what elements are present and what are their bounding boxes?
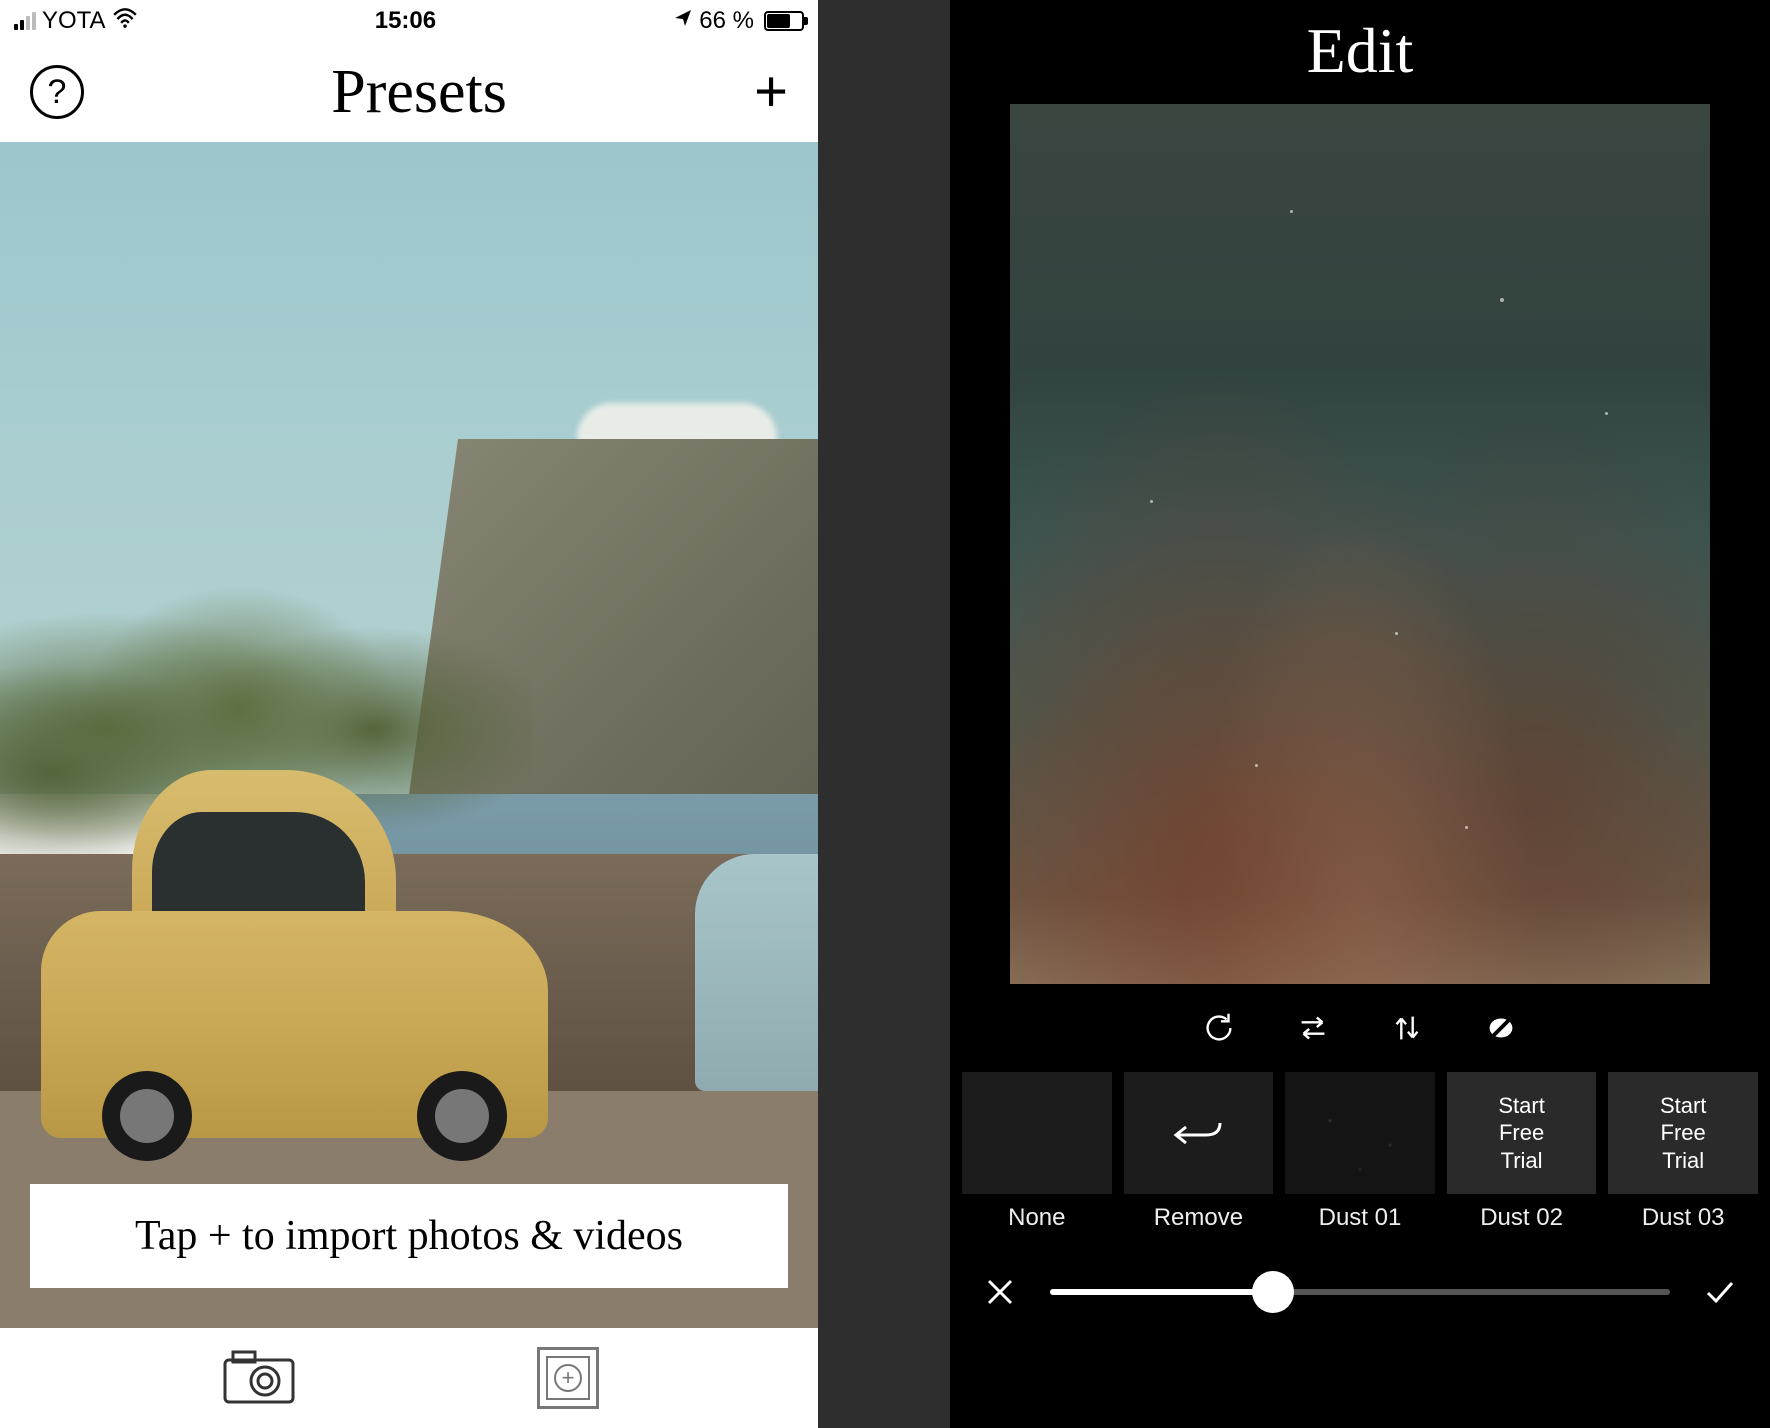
preset-dust-02[interactable]: Start Free Trial Dust 02 bbox=[1447, 1072, 1597, 1232]
add-button[interactable]: + bbox=[754, 63, 788, 121]
flip-vertical-icon[interactable] bbox=[1385, 1006, 1429, 1050]
preset-dust-01[interactable]: Dust 01 bbox=[1285, 1072, 1435, 1232]
import-button[interactable]: + bbox=[537, 1347, 599, 1409]
confirm-button[interactable] bbox=[1700, 1272, 1740, 1312]
preset-label: Remove bbox=[1124, 1194, 1274, 1232]
no-effect-icon[interactable] bbox=[1479, 1006, 1523, 1050]
edit-image-preview[interactable] bbox=[1010, 104, 1710, 984]
preset-row: None Remove Dust 01 Start Free Trial Dus… bbox=[950, 1072, 1770, 1232]
preset-remove[interactable]: Remove bbox=[1124, 1072, 1274, 1232]
battery-icon bbox=[760, 11, 804, 31]
flip-horizontal-icon[interactable] bbox=[1291, 1006, 1335, 1050]
rotate-icon[interactable] bbox=[1197, 1006, 1241, 1050]
undo-icon bbox=[1170, 1113, 1226, 1153]
clock-label: 15:06 bbox=[375, 7, 436, 35]
wifi-icon bbox=[112, 7, 138, 36]
intensity-slider[interactable] bbox=[1050, 1289, 1670, 1295]
status-bar: YOTA 15:06 66 % bbox=[0, 0, 818, 42]
carrier-label: YOTA bbox=[42, 7, 106, 35]
page-title: Presets bbox=[331, 57, 507, 128]
edit-title: Edit bbox=[950, 0, 1770, 98]
edit-screen: Edit No bbox=[950, 0, 1770, 1428]
edit-panel-container: Edit No bbox=[818, 0, 1770, 1428]
location-icon bbox=[673, 7, 693, 35]
photo-preview[interactable]: Tap + to import photos & videos bbox=[0, 142, 818, 1328]
slider-thumb[interactable] bbox=[1252, 1271, 1294, 1313]
preset-label: Dust 01 bbox=[1285, 1194, 1435, 1232]
preset-label: Dust 02 bbox=[1447, 1194, 1597, 1232]
presets-header: ? Presets + bbox=[0, 42, 818, 142]
battery-label: 66 % bbox=[699, 7, 754, 35]
preset-none[interactable]: None bbox=[962, 1072, 1112, 1232]
signal-icon bbox=[14, 12, 36, 30]
cancel-button[interactable] bbox=[980, 1272, 1020, 1312]
preset-dust-03[interactable]: Start Free Trial Dust 03 bbox=[1608, 1072, 1758, 1232]
slider-row bbox=[950, 1232, 1770, 1342]
help-button[interactable]: ? bbox=[30, 65, 84, 119]
preset-label: Dust 03 bbox=[1608, 1194, 1758, 1232]
bottom-bar: + bbox=[0, 1328, 818, 1428]
preset-label: None bbox=[962, 1194, 1112, 1232]
presets-screen: YOTA 15:06 66 % ? Presets + bbox=[0, 0, 818, 1428]
import-banner: Tap + to import photos & videos bbox=[30, 1184, 788, 1288]
edit-tools bbox=[950, 984, 1770, 1072]
camera-button[interactable] bbox=[219, 1346, 299, 1411]
